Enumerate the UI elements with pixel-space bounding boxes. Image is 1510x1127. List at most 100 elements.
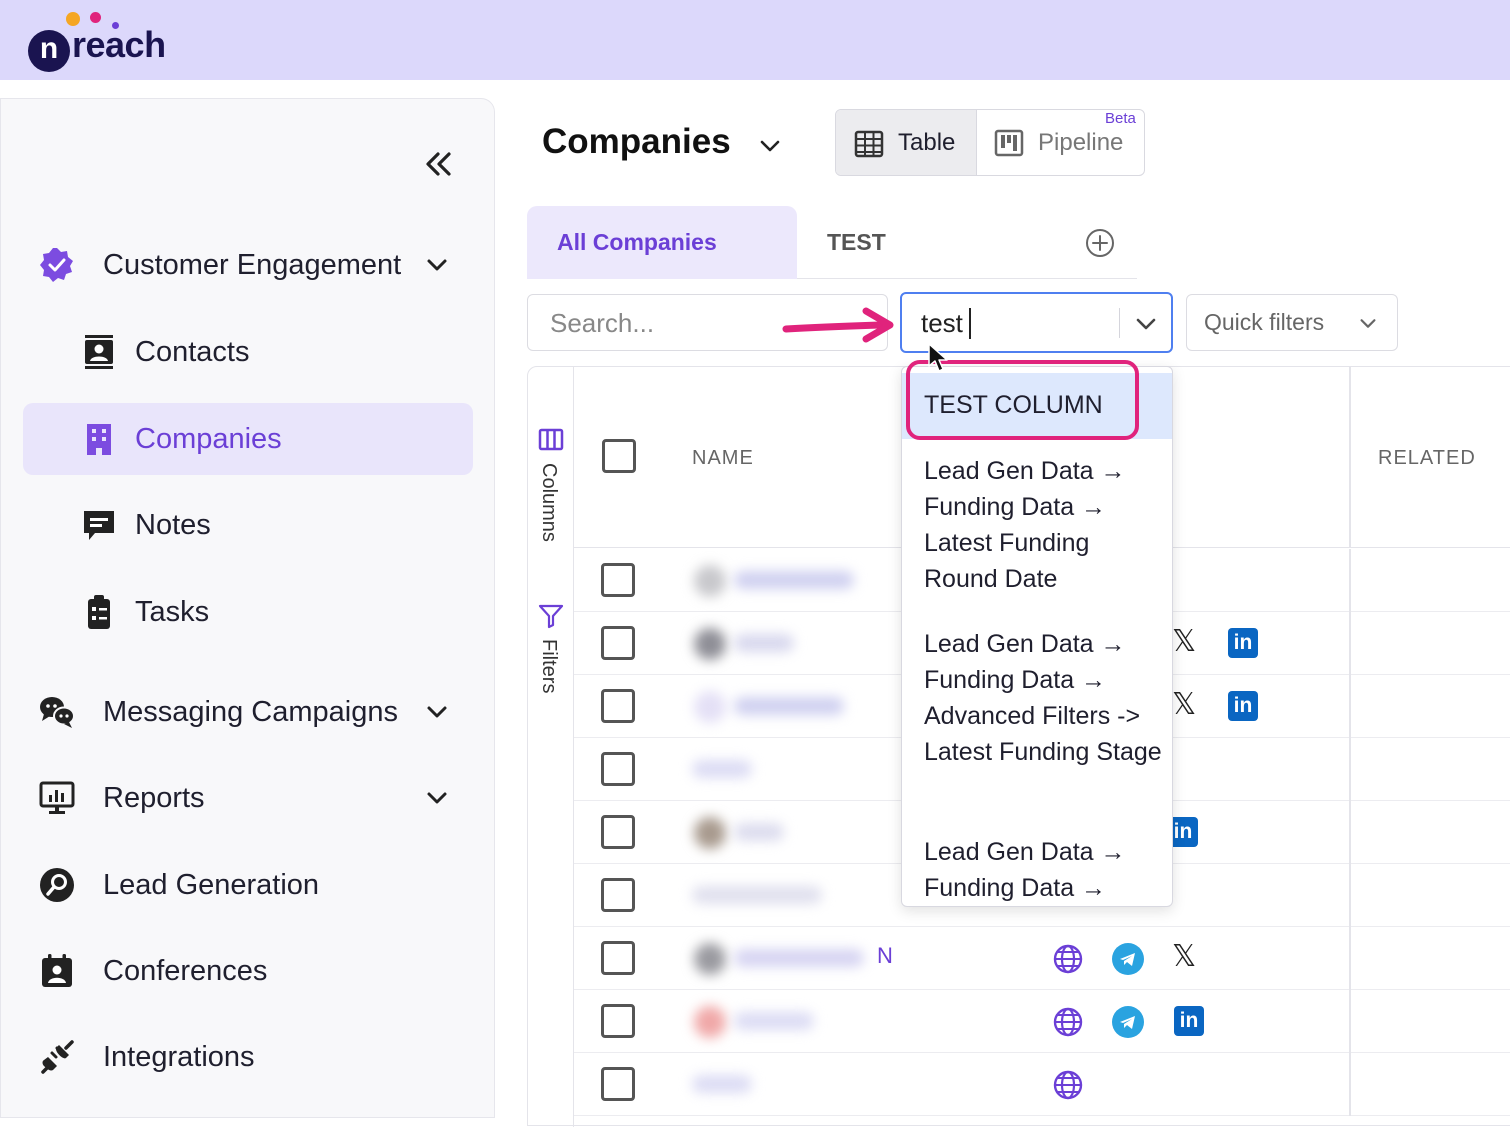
combobox-divider	[1119, 308, 1120, 338]
row-checkbox[interactable]	[601, 815, 635, 849]
quick-filters-label: Quick filters	[1204, 309, 1325, 335]
row-checkbox[interactable]	[601, 752, 635, 786]
column-divider	[1349, 927, 1351, 990]
sidebar-item-label: Notes	[135, 508, 211, 541]
company-name-redacted	[734, 571, 854, 589]
sidebar-item-label: Customer Engagement	[103, 248, 402, 281]
globe-icon[interactable]	[1052, 943, 1084, 975]
tab-all-companies[interactable]: All Companies	[527, 206, 797, 279]
linkedin-icon[interactable]: in	[1228, 628, 1258, 658]
sidebar-item-label: Messaging Campaigns	[103, 695, 398, 728]
filter-funnel-icon[interactable]	[538, 603, 564, 629]
building-icon	[87, 424, 111, 455]
row-checkbox[interactable]	[601, 878, 635, 912]
column-divider	[1349, 864, 1351, 927]
column-search-value[interactable]: test	[921, 308, 963, 339]
page-title[interactable]: Companies	[542, 122, 731, 162]
chevron-down-icon[interactable]	[425, 700, 449, 724]
top-bar: n reach	[0, 0, 1510, 80]
table-grid-icon	[854, 130, 884, 158]
telegram-icon[interactable]	[1112, 943, 1144, 975]
sidebar-item-label: Conferences	[103, 954, 268, 987]
logo-mark: n	[28, 30, 70, 72]
company-name-redacted	[734, 1012, 814, 1030]
telegram-icon[interactable]	[1112, 1006, 1144, 1038]
select-all-checkbox[interactable]	[602, 439, 636, 473]
collapse-sidebar-icon[interactable]	[421, 147, 455, 181]
plug-icon	[41, 1040, 74, 1074]
company-name-redacted	[734, 634, 794, 652]
column-header-name[interactable]: NAME	[692, 447, 754, 470]
column-divider	[1349, 675, 1351, 738]
column-divider	[1349, 801, 1351, 864]
contact-card-icon	[85, 335, 113, 369]
column-divider	[1349, 612, 1351, 675]
x-twitter-icon[interactable]: 𝕏	[1172, 687, 1196, 722]
menu-option[interactable]: Lead Gen Data → Funding Data → Latest Fu…	[924, 453, 1164, 597]
chevron-down-icon[interactable]	[1134, 312, 1158, 336]
annotation-arrow	[782, 307, 894, 343]
monitor-chart-icon	[39, 781, 75, 814]
calendar-person-icon	[42, 954, 72, 987]
chat-bubbles-icon	[40, 697, 75, 728]
linkedin-icon[interactable]: in	[1174, 1006, 1204, 1036]
sidebar-item-companies[interactable]: Companies	[23, 403, 473, 475]
app-logo[interactable]: n reach	[28, 10, 188, 72]
add-tab-icon[interactable]	[1085, 228, 1115, 258]
sidebar-item-notes[interactable]: Notes	[23, 489, 473, 561]
x-twitter-icon[interactable]: 𝕏	[1172, 939, 1196, 974]
sidebar-item-contacts[interactable]: Contacts	[23, 316, 473, 388]
quick-filters-dropdown[interactable]: Quick filters	[1186, 294, 1398, 351]
chevron-down-icon	[1360, 319, 1376, 328]
sidebar-item-integrations[interactable]: Integrations	[23, 1021, 473, 1093]
columns-icon[interactable]	[538, 427, 564, 453]
x-twitter-icon[interactable]: 𝕏	[1172, 624, 1196, 659]
company-avatar	[694, 628, 726, 660]
chevron-down-icon[interactable]	[425, 253, 449, 277]
note-icon	[84, 511, 114, 540]
table-view-label: Table	[898, 129, 956, 156]
row-checkbox[interactable]	[601, 563, 635, 597]
sidebar-item-tasks[interactable]: Tasks	[23, 576, 473, 648]
sidebar-item-label: Lead Generation	[103, 868, 320, 901]
menu-option[interactable]: Lead Gen Data → Funding Data → Advanced …	[924, 626, 1164, 770]
verified-badge-icon	[40, 248, 73, 282]
row-checkbox[interactable]	[601, 941, 635, 975]
sidebar-item-label: Contacts	[135, 335, 250, 368]
company-name-redacted	[692, 886, 822, 904]
column-divider	[1349, 1053, 1351, 1116]
kanban-icon	[994, 129, 1024, 157]
columns-toggle[interactable]: Columns	[537, 463, 560, 542]
side-toolbar: Columns Filters	[528, 367, 574, 1127]
sidebar-item-label: Integrations	[103, 1040, 255, 1073]
row-checkbox[interactable]	[601, 1067, 635, 1101]
sidebar-item-customer-engagement[interactable]: Customer Engagement	[23, 229, 473, 301]
menu-option[interactable]: Lead Gen Data → Funding Data →	[924, 834, 1164, 906]
column-header-related[interactable]: RELATED	[1378, 447, 1476, 470]
chevron-down-icon[interactable]	[758, 134, 782, 158]
table-view-button[interactable]: Table	[836, 110, 977, 175]
text-caret	[969, 308, 971, 339]
globe-icon[interactable]	[1052, 1069, 1084, 1101]
company-avatar	[694, 817, 726, 849]
table-row[interactable]: N 𝕏	[574, 927, 1510, 990]
view-tabs: All Companies TEST	[527, 206, 1137, 279]
row-checkbox[interactable]	[601, 626, 635, 660]
globe-icon[interactable]	[1052, 1006, 1084, 1038]
company-name-fragment[interactable]: N	[877, 943, 893, 969]
column-divider	[1349, 738, 1351, 801]
sidebar: Customer Engagement Contacts Companies N…	[0, 98, 495, 1118]
table-row[interactable]: in	[574, 990, 1510, 1053]
sidebar-item-reports[interactable]: Reports	[23, 762, 473, 834]
column-divider	[1349, 549, 1351, 612]
company-avatar	[694, 1006, 726, 1038]
filters-toggle[interactable]: Filters	[537, 639, 560, 693]
table-row[interactable]	[574, 1053, 1510, 1116]
row-checkbox[interactable]	[601, 689, 635, 723]
sidebar-item-lead-generation[interactable]: Lead Generation	[23, 849, 473, 921]
linkedin-icon[interactable]: in	[1228, 691, 1258, 721]
sidebar-item-messaging-campaigns[interactable]: Messaging Campaigns	[23, 676, 473, 748]
row-checkbox[interactable]	[601, 1004, 635, 1038]
chevron-down-icon[interactable]	[425, 786, 449, 810]
sidebar-item-conferences[interactable]: Conferences	[23, 935, 473, 1007]
